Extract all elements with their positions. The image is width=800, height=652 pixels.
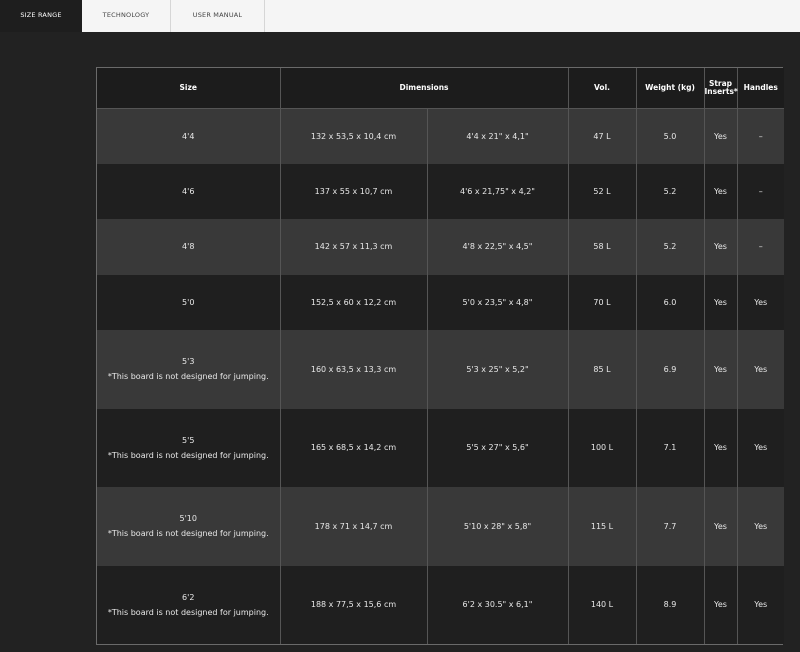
dimensions-metric-cell: 137 x 55 x 10,7 cm bbox=[279, 163, 427, 219]
tab-user-manual[interactable]: USER MANUAL bbox=[171, 0, 265, 32]
weight-cell: 6.0 bbox=[635, 274, 704, 330]
header-vol: Vol. bbox=[567, 68, 636, 109]
size-cell: 5'0 bbox=[97, 275, 280, 331]
header-strap-inserts: Strap Inserts* bbox=[703, 68, 738, 109]
strap-inserts-cell: Yes bbox=[703, 274, 737, 330]
volume-cell: 85 L bbox=[567, 330, 636, 409]
table-row: 5'10 *This board is not designed for jump… bbox=[97, 487, 784, 566]
table-header-row: Size Dimensions Vol. Weight (kg) Strap I… bbox=[97, 68, 784, 109]
dimensions-imperial-cell: 5'10 x 28" x 5,8" bbox=[426, 487, 568, 566]
dimensions-imperial-cell: 4'8 x 22,5" x 4,5" bbox=[426, 219, 568, 275]
volume-cell: 52 L bbox=[567, 163, 636, 219]
size-value: 4'4 bbox=[182, 131, 195, 141]
size-cell: 5'3 *This board is not designed for jumpi… bbox=[97, 330, 280, 409]
size-value: 4'6 bbox=[182, 186, 195, 196]
dimensions-metric-cell: 165 x 68,5 x 14,2 cm bbox=[279, 408, 427, 487]
size-cell: 6'2 *This board is not designed for jumpi… bbox=[97, 566, 280, 645]
table-row: 4'4 132 x 53,5 x 10,4 cm 4'4 x 21" x 4,1… bbox=[97, 108, 784, 164]
tab-size-range[interactable]: SIZE RANGE bbox=[0, 0, 82, 32]
dimensions-imperial-cell: 6'2 x 30.5" x 6,1" bbox=[426, 565, 568, 644]
table-row: 4'6 137 x 55 x 10,7 cm 4'6 x 21,75" x 4,… bbox=[97, 163, 784, 220]
dimensions-metric-cell: 188 x 77,5 x 15,6 cm bbox=[279, 565, 427, 644]
dimensions-imperial-cell: 5'0 x 23,5" x 4,8" bbox=[426, 274, 568, 330]
size-value: 5'0 bbox=[182, 297, 195, 307]
header-handles: Handles bbox=[736, 68, 784, 109]
volume-cell: 140 L bbox=[567, 565, 636, 644]
table-row: 5'3 *This board is not designed for jumpi… bbox=[97, 330, 784, 409]
dimensions-metric-cell: 160 x 63,5 x 13,3 cm bbox=[279, 330, 427, 409]
dimensions-imperial-cell: 5'5 x 27" x 5,6" bbox=[426, 408, 568, 487]
strap-inserts-cell: Yes bbox=[703, 487, 737, 566]
weight-cell: 5.2 bbox=[635, 163, 704, 219]
weight-cell: 7.7 bbox=[635, 487, 704, 566]
size-table-container: Size Dimensions Vol. Weight (kg) Strap I… bbox=[96, 67, 784, 645]
strap-inserts-cell: Yes bbox=[703, 108, 737, 164]
dimensions-metric-cell: 132 x 53,5 x 10,4 cm bbox=[279, 108, 427, 164]
volume-cell: 115 L bbox=[567, 487, 636, 566]
strap-inserts-cell: Yes bbox=[703, 330, 737, 409]
table-row: 5'5 *This board is not designed for jumpi… bbox=[97, 408, 784, 488]
weight-cell: 6.9 bbox=[635, 330, 704, 409]
dimensions-imperial-cell: 5'3 x 25" x 5,2" bbox=[426, 330, 568, 409]
size-value: 4'8 bbox=[182, 242, 195, 252]
size-table: Size Dimensions Vol. Weight (kg) Strap I… bbox=[97, 68, 784, 644]
dimensions-imperial-cell: 4'6 x 21,75" x 4,2" bbox=[426, 163, 568, 219]
strap-inserts-cell: Yes bbox=[703, 565, 737, 644]
size-value: 5'10 bbox=[179, 514, 197, 524]
weight-cell: 5.2 bbox=[635, 219, 704, 275]
handles-cell: – bbox=[736, 219, 784, 275]
table-row: 4'8 142 x 57 x 11,3 cm 4'8 x 22,5" x 4,5… bbox=[97, 219, 784, 275]
dimensions-metric-cell: 152,5 x 60 x 12,2 cm bbox=[279, 274, 427, 330]
weight-cell: 5.0 bbox=[635, 108, 704, 164]
volume-cell: 47 L bbox=[567, 108, 636, 164]
strap-inserts-cell: Yes bbox=[703, 219, 737, 275]
size-value: 5'3 bbox=[182, 357, 195, 367]
size-cell: 5'5 *This board is not designed for jumpi… bbox=[97, 409, 280, 488]
handles-cell: Yes bbox=[736, 487, 784, 566]
tab-technology[interactable]: TECHNOLOGY bbox=[82, 0, 171, 32]
table-row: 5'0 152,5 x 60 x 12,2 cm 5'0 x 23,5" x 4… bbox=[97, 274, 784, 331]
size-value: 5'5 bbox=[182, 435, 195, 445]
weight-cell: 8.9 bbox=[635, 565, 704, 644]
size-cell: 4'4 bbox=[97, 108, 280, 164]
size-value: 6'2 bbox=[182, 592, 195, 602]
header-weight: Weight (kg) bbox=[635, 68, 704, 109]
handles-cell: Yes bbox=[736, 274, 784, 330]
header-dimensions: Dimensions bbox=[279, 68, 568, 109]
dimensions-metric-cell: 178 x 71 x 14,7 cm bbox=[279, 487, 427, 566]
tab-bar: SIZE RANGE TECHNOLOGY USER MANUAL bbox=[0, 0, 800, 32]
handles-cell: – bbox=[736, 108, 784, 164]
volume-cell: 70 L bbox=[567, 274, 636, 330]
header-size: Size bbox=[97, 68, 280, 109]
volume-cell: 58 L bbox=[567, 219, 636, 275]
jumping-note: *This board is not designed for jumping. bbox=[107, 607, 269, 617]
jumping-note: *This board is not designed for jumping. bbox=[107, 450, 269, 460]
table-row: 6'2 *This board is not designed for jumpi… bbox=[97, 565, 784, 645]
strap-inserts-cell: Yes bbox=[703, 408, 737, 487]
dimensions-imperial-cell: 4'4 x 21" x 4,1" bbox=[426, 108, 568, 164]
jumping-note: *This board is not designed for jumping. bbox=[107, 529, 269, 539]
handles-cell: Yes bbox=[736, 565, 784, 644]
jumping-note: *This board is not designed for jumping. bbox=[107, 372, 269, 382]
strap-inserts-cell: Yes bbox=[703, 163, 737, 219]
dimensions-metric-cell: 142 x 57 x 11,3 cm bbox=[279, 219, 427, 275]
handles-cell: – bbox=[736, 163, 784, 219]
size-cell: 5'10 *This board is not designed for jump… bbox=[97, 487, 280, 566]
volume-cell: 100 L bbox=[567, 408, 636, 487]
weight-cell: 7.1 bbox=[635, 408, 704, 487]
handles-cell: Yes bbox=[736, 330, 784, 409]
size-cell: 4'8 bbox=[97, 219, 280, 275]
handles-cell: Yes bbox=[736, 408, 784, 487]
size-cell: 4'6 bbox=[97, 164, 280, 220]
